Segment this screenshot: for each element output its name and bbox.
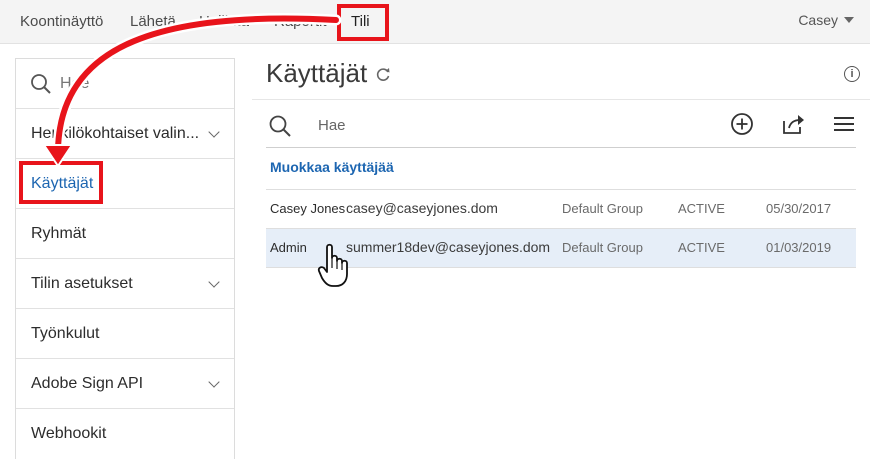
edit-user-link[interactable]: Muokkaa käyttäjää	[270, 159, 394, 175]
sidebar-search-input[interactable]: Hae	[60, 75, 89, 93]
add-icon[interactable]	[730, 112, 754, 136]
user-date-cell: 05/30/2017	[766, 201, 832, 216]
user-menu[interactable]: Casey	[798, 12, 854, 28]
users-toolbar: Hae	[266, 106, 856, 148]
top-navigation: Koontinäyttö Lähetä Hallinta Raportit Ti…	[0, 0, 870, 44]
user-group-cell: Default Group	[562, 240, 643, 255]
user-name-cell: Admin	[270, 240, 307, 255]
sidebar-item-label: Tilin asetukset	[31, 274, 133, 292]
nav-manage[interactable]: Hallinta	[199, 13, 249, 30]
search-icon[interactable]	[268, 114, 292, 138]
refresh-icon[interactable]	[375, 66, 391, 82]
chevron-down-icon	[208, 275, 220, 288]
table-row[interactable]: Casey Jones casey@caseyjones.dom Default…	[266, 190, 856, 228]
sidebar-item-label: Ryhmät	[31, 224, 87, 242]
chevron-down-icon	[208, 125, 220, 138]
sidebar-item-api[interactable]: Adobe Sign API	[16, 359, 234, 409]
page-title: Käyttäjät	[266, 58, 391, 89]
highlight-box-users-item	[19, 161, 103, 204]
sidebar-item-webhooks[interactable]: Webhookit	[16, 409, 234, 459]
sidebar-item-label: Webhookit	[31, 425, 107, 442]
chevron-down-icon	[208, 375, 220, 388]
sidebar-item-workflows[interactable]: Työnkulut	[16, 309, 234, 359]
nav-dashboard[interactable]: Koontinäyttö	[20, 13, 103, 30]
sidebar-item-label: Työnkulut	[31, 324, 100, 342]
header-divider	[252, 99, 870, 100]
user-status-cell: ACTIVE	[678, 240, 725, 255]
row-divider	[266, 267, 856, 268]
search-icon	[31, 73, 51, 94]
nav-send[interactable]: Lähetä	[130, 13, 176, 30]
sidebar-search[interactable]: Hae	[16, 59, 234, 109]
user-email-cell: casey@caseyjones.dom	[346, 200, 498, 216]
page-title-text: Käyttäjät	[266, 58, 368, 88]
sidebar-item-groups[interactable]: Ryhmät	[16, 209, 234, 259]
user-date-cell: 01/03/2019	[766, 240, 832, 255]
info-icon[interactable]: i	[844, 66, 860, 82]
main-content: Käyttäjät i Hae Muokkaa käyttäjää Casey …	[252, 44, 870, 459]
sidebar-item-personal-settings[interactable]: Henkilökohtaiset valin...	[16, 109, 234, 159]
table-row[interactable]: Admin summer18dev@caseyjones.dom Default…	[266, 229, 856, 267]
highlight-box-account-tab	[337, 4, 389, 41]
user-status-cell: ACTIVE	[678, 201, 725, 216]
users-search-input[interactable]: Hae	[318, 117, 346, 134]
nav-reports[interactable]: Raportit	[274, 13, 327, 30]
sidebar-item-label: Adobe Sign API	[31, 374, 144, 392]
sidebar-item-label: Henkilökohtaiset valin...	[31, 124, 200, 142]
user-name-cell: Casey Jones	[270, 201, 346, 216]
export-icon[interactable]	[781, 112, 807, 136]
user-group-cell: Default Group	[562, 201, 643, 216]
menu-icon[interactable]	[833, 112, 855, 136]
user-name: Casey	[798, 12, 838, 28]
user-email-cell: summer18dev@caseyjones.dom	[346, 239, 551, 255]
caret-down-icon	[844, 17, 854, 23]
sidebar-item-account-settings[interactable]: Tilin asetukset	[16, 259, 234, 309]
sidebar: Hae Henkilökohtaiset valin... Käyttäjät …	[15, 58, 235, 459]
